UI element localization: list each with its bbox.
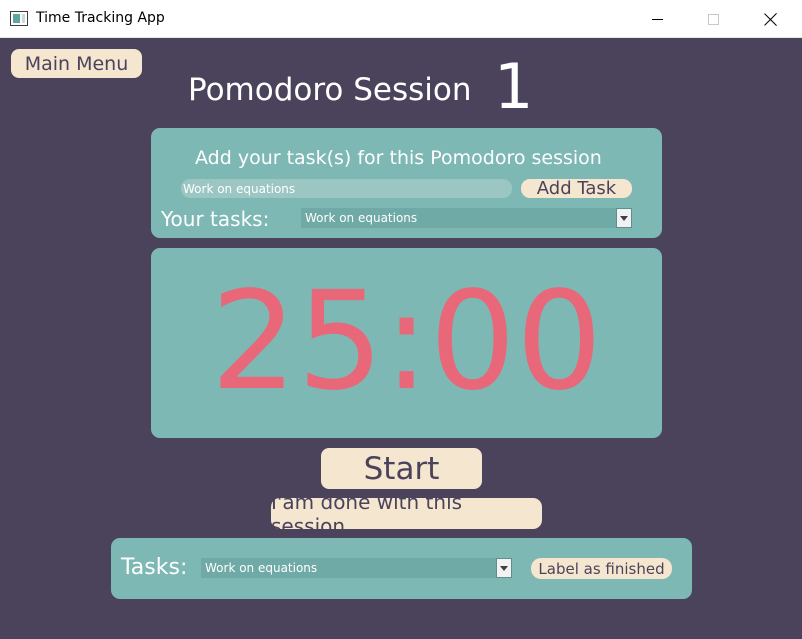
timer-panel: 25:00 (151, 248, 662, 438)
add-task-button[interactable]: Add Task (521, 178, 632, 199)
done-session-button[interactable]: I'am done with this session (271, 490, 542, 538)
tasks-panel: Tasks: Work on equations Label as finish… (111, 538, 692, 599)
tasks-selected: Work on equations (205, 561, 318, 575)
maximize-button[interactable] (684, 0, 742, 38)
timer-display: 25:00 (210, 263, 603, 421)
tasks-dropdown[interactable]: Work on equations (201, 558, 512, 578)
add-task-panel: Add your task(s) for this Pomodoro sessi… (151, 128, 662, 238)
maximize-icon (707, 13, 719, 25)
close-icon (764, 12, 778, 26)
minimize-button[interactable] (628, 0, 686, 38)
app-icon (10, 11, 28, 26)
app-client-area: Main Menu Pomodoro Session 1 Add your ta… (0, 38, 802, 639)
your-tasks-dropdown[interactable]: Work on equations (301, 208, 632, 228)
main-menu-button[interactable]: Main Menu (11, 49, 142, 78)
tasks-label: Tasks: (121, 555, 188, 580)
window-titlebar: Time Tracking App (0, 0, 802, 38)
your-tasks-selected: Work on equations (305, 211, 418, 225)
task-input[interactable] (181, 179, 512, 198)
label-finished-button[interactable]: Label as finished (531, 558, 672, 579)
add-task-heading: Add your task(s) for this Pomodoro sessi… (195, 147, 602, 169)
session-title: Pomodoro Session (188, 72, 472, 108)
close-button[interactable] (742, 0, 800, 38)
start-button[interactable]: Start (321, 448, 482, 489)
chevron-down-icon[interactable] (616, 208, 632, 228)
minimize-icon (651, 18, 663, 20)
session-number: 1 (494, 50, 534, 123)
window-title: Time Tracking App (36, 10, 165, 26)
your-tasks-label: Your tasks: (161, 207, 270, 231)
chevron-down-icon[interactable] (496, 558, 512, 578)
